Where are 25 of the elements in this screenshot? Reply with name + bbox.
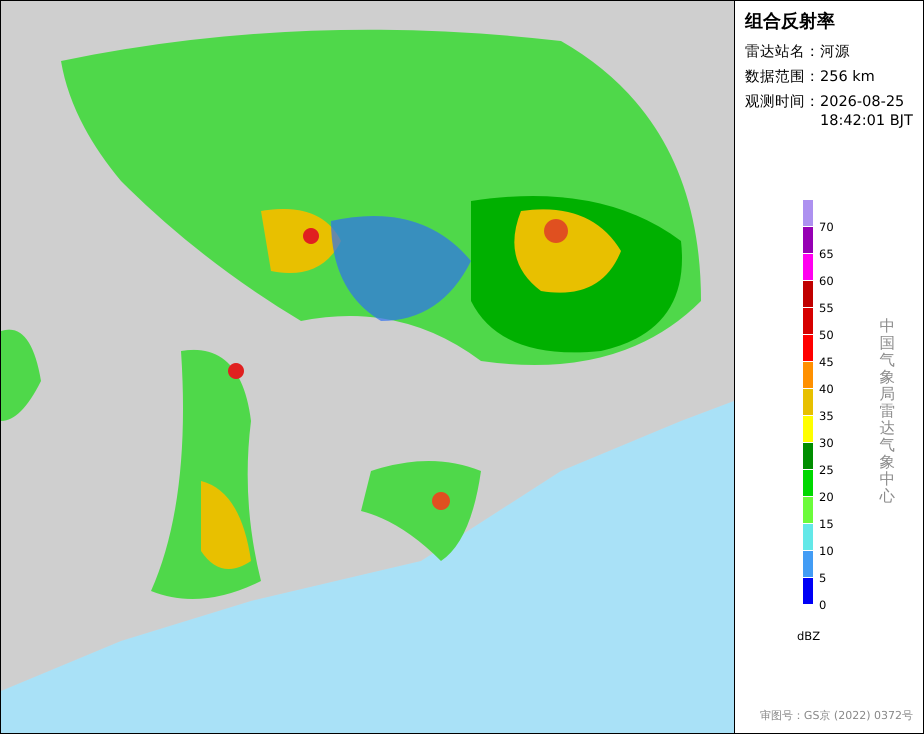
info-value: 2026-08-25 18:42:01 BJT	[820, 93, 913, 131]
legend-tick-label: 55	[819, 300, 834, 316]
legend-tick-label: 20	[819, 488, 834, 506]
panel-title: 组合反射率	[745, 10, 836, 33]
legend-tick-label: 5	[819, 570, 828, 586]
legend-tick-label: 50	[819, 326, 834, 344]
credit-text: 中国气象局雷达气象中心	[880, 318, 896, 508]
info-label: 雷达站名：	[745, 43, 820, 62]
legend-tick-label: 45	[819, 354, 834, 370]
legend-unit: dBZ	[797, 628, 820, 642]
legend-tick-label: 10	[819, 542, 834, 560]
legend-tick-label: 15	[819, 516, 834, 532]
info-label: 数据范围：	[745, 68, 820, 87]
legend-tick-label: 30	[819, 434, 834, 452]
legend-tick-label: 40	[819, 380, 834, 398]
info-label: 观测时间：	[745, 93, 820, 112]
info-value: 256 km	[820, 68, 875, 87]
legend-tick-label: 65	[819, 246, 834, 262]
legend-tick-label: 60	[819, 272, 834, 290]
info-value: 河源	[820, 43, 850, 62]
legend-tick-label: 70	[819, 218, 834, 236]
legend-tick-label: 0	[819, 596, 828, 614]
approval-number: 审图号：GS京 (2022) 0372号	[760, 708, 913, 723]
legend-tick-label: 35	[819, 408, 834, 424]
legend-tick-label: 25	[819, 462, 834, 478]
